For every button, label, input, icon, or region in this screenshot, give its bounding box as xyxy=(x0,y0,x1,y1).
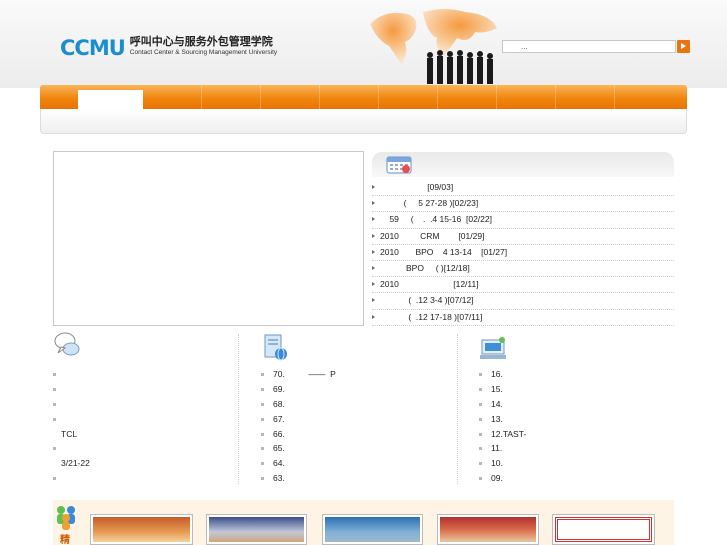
main-nav xyxy=(40,85,687,109)
news-item[interactable]: ( .12 17-18 )[07/11] xyxy=(372,310,674,326)
nav-item-4[interactable] xyxy=(261,85,320,109)
news-list: [09/03] ( 5 27-28 )[02/23] 59 ( . .4 15-… xyxy=(372,180,674,326)
gallery-label: 精 xyxy=(60,535,70,545)
list-item[interactable] xyxy=(53,412,233,427)
logo-mark: CCMU xyxy=(60,36,126,60)
flash-banner[interactable] xyxy=(53,151,364,326)
news-item[interactable]: BPO ( )[12/18] xyxy=(372,261,674,278)
gallery-photo[interactable] xyxy=(90,514,193,545)
search-button[interactable] xyxy=(677,40,690,53)
news-item[interactable]: ( 5 27-28 )[02/23] xyxy=(372,196,674,213)
news-item[interactable]: [09/03] xyxy=(372,180,674,197)
list-item[interactable]: TCL xyxy=(53,427,233,442)
list-item[interactable]: 11. xyxy=(479,441,669,456)
list-item[interactable]: 12.TAST- xyxy=(479,427,669,442)
list-item[interactable]: 66. xyxy=(261,427,451,442)
list-item[interactable]: 64. xyxy=(261,456,451,471)
nav-item-9[interactable] xyxy=(556,85,615,109)
nav-item-8[interactable] xyxy=(497,85,556,109)
news-item[interactable]: 59 ( . .4 15-16 [02/22] xyxy=(372,212,674,229)
news-item[interactable]: 2010 CRM [01/29] xyxy=(372,229,674,245)
list-item[interactable] xyxy=(53,441,233,456)
logo-title: 呼叫中心与服务外包管理学院 xyxy=(129,35,273,48)
list-item[interactable]: 65. xyxy=(261,441,451,456)
list-item[interactable]: 70. —— P xyxy=(261,367,451,382)
nav-item-home[interactable] xyxy=(78,90,143,109)
nav-item-6[interactable] xyxy=(379,85,438,109)
search-input[interactable]: ... xyxy=(502,40,676,53)
list-item[interactable] xyxy=(53,382,233,397)
news-item[interactable]: 2010 BPO 4 13-14 [01/27] xyxy=(372,245,674,261)
list-item[interactable]: 68. xyxy=(261,397,451,412)
list-item[interactable]: 10. xyxy=(479,456,669,471)
world-map-banner xyxy=(370,9,497,84)
column-divider xyxy=(238,334,239,484)
chat-bubble-icon xyxy=(54,332,80,356)
list-item[interactable]: 16. xyxy=(479,367,669,382)
list-item[interactable]: 3/21-22 xyxy=(53,456,233,471)
list-item[interactable] xyxy=(53,367,233,382)
list-column-3: 16. 15. 14. 13. 12.TAST- 11. 10. 09. xyxy=(479,367,669,486)
document-globe-icon xyxy=(264,334,287,361)
gallery-photo[interactable] xyxy=(206,514,307,545)
nav-item-2[interactable] xyxy=(143,85,202,109)
list-column-1: TCL 3/21-22 xyxy=(53,367,233,486)
nav-item-5[interactable] xyxy=(320,85,379,109)
news-item[interactable]: ( .12 3-4 )[07/12] xyxy=(372,293,674,310)
nav-item-3[interactable] xyxy=(202,85,261,109)
list-item[interactable]: 15. xyxy=(479,382,669,397)
computer-icon xyxy=(480,337,506,359)
gallery-photo[interactable] xyxy=(552,514,655,545)
page-header: CCMU 呼叫中心与服务外包管理学院 Contact Center & Sour… xyxy=(0,0,727,88)
list-item[interactable] xyxy=(53,471,233,486)
news-item[interactable]: 2010 [12/11] xyxy=(372,277,674,294)
sub-nav-bar xyxy=(40,109,687,134)
list-column-2: 70. —— P 69. 68. 67. 66. 65. 64. 63. xyxy=(261,367,451,486)
nav-item-7[interactable] xyxy=(438,85,497,109)
site-logo[interactable]: CCMU 呼叫中心与服务外包管理学院 Contact Center & Sour… xyxy=(60,36,277,60)
list-item[interactable]: 69. xyxy=(261,382,451,397)
list-item[interactable]: 13. xyxy=(479,412,669,427)
list-item[interactable]: 14. xyxy=(479,397,669,412)
calendar-icon xyxy=(386,156,412,174)
column-divider xyxy=(457,334,458,484)
news-header xyxy=(372,152,674,177)
gallery-photo[interactable] xyxy=(322,514,423,545)
gallery-photo[interactable] xyxy=(437,514,539,545)
list-item[interactable]: 63. xyxy=(261,471,451,486)
logo-subtitle: Contact Center & Sourcing Management Uni… xyxy=(129,49,278,56)
list-item[interactable]: 09. xyxy=(479,471,669,486)
list-item[interactable]: 67. xyxy=(261,412,451,427)
list-item[interactable] xyxy=(53,397,233,412)
